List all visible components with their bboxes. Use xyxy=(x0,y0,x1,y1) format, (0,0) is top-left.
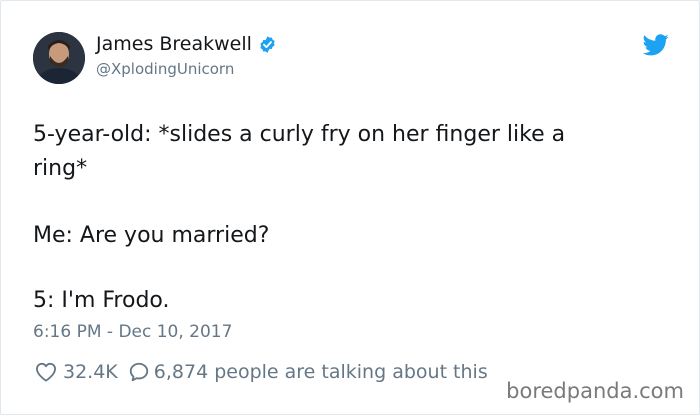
tweet-text-line: 5: I'm Frodo. xyxy=(33,288,170,313)
twitter-bird-icon[interactable] xyxy=(643,34,669,56)
user-handle[interactable]: @XplodingUnicorn xyxy=(96,60,234,78)
reply-bubble-icon[interactable] xyxy=(128,361,150,383)
avatar-image xyxy=(33,32,85,84)
tweet-text-line: Me: Are you married? xyxy=(33,223,270,248)
tweet-stats: 32.4K 6,874 people are talking about thi… xyxy=(35,361,488,383)
tweet-timestamp[interactable]: 6:16 PM - Dec 10, 2017 xyxy=(33,322,232,342)
tweet-text-line: ring* xyxy=(33,156,88,181)
tweet-card: James Breakwell @XplodingUnicorn 5-year-… xyxy=(0,0,700,415)
talking-count[interactable]: 6,874 people are talking about this xyxy=(154,361,488,383)
tweet-text-line: 5-year-old: *slides a curly fry on her f… xyxy=(33,122,566,147)
heart-icon[interactable] xyxy=(35,362,57,382)
watermark: boredpanda.com xyxy=(506,379,684,403)
user-name-row: James Breakwell xyxy=(96,33,277,55)
verified-badge-icon xyxy=(260,35,275,53)
display-name[interactable]: James Breakwell xyxy=(96,33,252,55)
likes-count[interactable]: 32.4K xyxy=(63,361,118,383)
avatar[interactable] xyxy=(33,32,85,84)
